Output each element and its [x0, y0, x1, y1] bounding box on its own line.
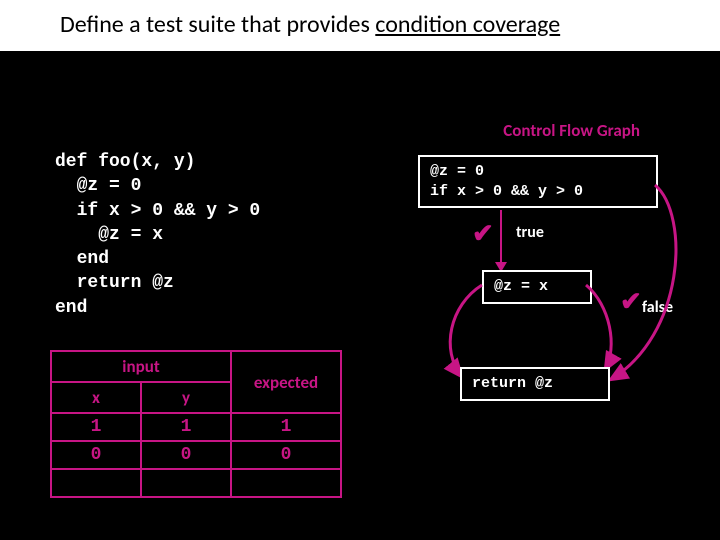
- cell-x: [51, 469, 141, 497]
- table-row: 1 1 1: [51, 413, 341, 441]
- expected-header: expected: [231, 351, 341, 413]
- code-block: def foo(x, y) @z = 0 if x > 0 && y > 0 @…: [55, 150, 260, 320]
- title-underlined: condition coverage: [375, 10, 560, 39]
- cell-y: 1: [141, 413, 231, 441]
- cell-x: 0: [51, 441, 141, 469]
- title-banner: Define a test suite that provides condit…: [0, 0, 720, 51]
- title-text: Define a test suite that provides: [60, 10, 375, 39]
- test-suite-table: input expected x y 1 1 1 0 0 0: [50, 350, 342, 498]
- cell-y: 0: [141, 441, 231, 469]
- cell-y: [141, 469, 231, 497]
- cell-expected: [231, 469, 341, 497]
- table-row: 0 0 0: [51, 441, 341, 469]
- cell-x: 1: [51, 413, 141, 441]
- table-header-row: input expected: [51, 351, 341, 382]
- control-flow-graph: @z = 0 if x > 0 && y > 0 ✔ true @z = x ✔…: [410, 155, 680, 435]
- y-header: y: [141, 382, 231, 413]
- cfg-heading: Control Flow Graph: [503, 120, 640, 141]
- input-header: input: [51, 351, 231, 382]
- table-row: [51, 469, 341, 497]
- cfg-node-return: return @z: [460, 367, 610, 401]
- slide: Define a test suite that provides condit…: [0, 0, 720, 540]
- x-header: x: [51, 382, 141, 413]
- cell-expected: 1: [231, 413, 341, 441]
- cell-expected: 0: [231, 441, 341, 469]
